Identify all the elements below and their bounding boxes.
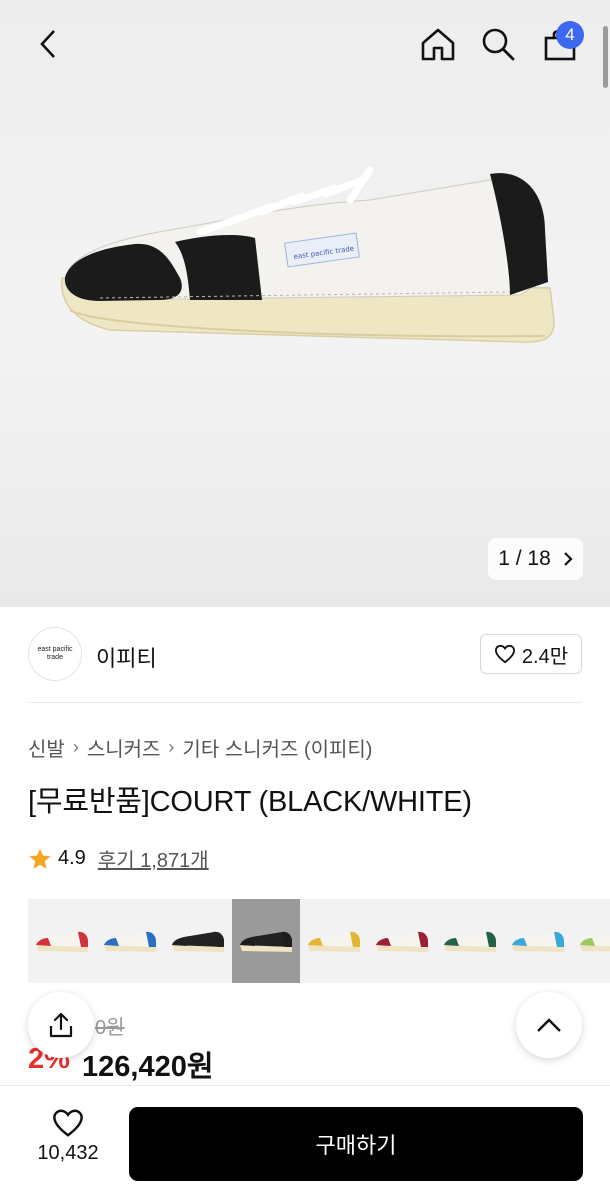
sneaker-thumbnail bbox=[104, 931, 156, 952]
chevron-up-icon bbox=[537, 1018, 561, 1032]
color-swatch[interactable] bbox=[96, 899, 164, 983]
brand-logo-text: east pacific trade bbox=[37, 646, 73, 661]
color-swatch[interactable] bbox=[300, 899, 368, 983]
scrollbar[interactable] bbox=[603, 26, 608, 88]
chevron-right-icon bbox=[563, 552, 573, 566]
sneaker-thumbnail bbox=[444, 931, 496, 952]
rating-row: 4.9 후기 1,871개 bbox=[28, 844, 209, 873]
search-button[interactable] bbox=[476, 22, 520, 66]
heart-icon bbox=[53, 1109, 83, 1137]
breadcrumb-item[interactable]: 신발 bbox=[28, 733, 65, 762]
share-button[interactable] bbox=[28, 992, 94, 1058]
chevron-left-icon bbox=[40, 30, 55, 58]
original-price: 0원 bbox=[95, 1017, 125, 1039]
product-image-gallery[interactable]: east pacific trade 1 / 18 bbox=[0, 0, 610, 607]
brand-like-count: 2.4만 bbox=[521, 645, 569, 668]
brand-logo[interactable]: east pacific trade bbox=[28, 627, 82, 681]
buy-button[interactable]: 구매하기 bbox=[129, 1107, 583, 1181]
search-icon bbox=[482, 28, 515, 61]
product-title: [무료반품]COURT (BLACK/WHITE) bbox=[28, 786, 472, 818]
heart-icon bbox=[494, 644, 515, 664]
share-icon bbox=[49, 1012, 73, 1038]
chevron-right-icon: › bbox=[168, 737, 175, 757]
brand-like-button[interactable]: 2.4만 bbox=[480, 634, 582, 674]
brand-name[interactable]: 이피티 bbox=[96, 641, 157, 673]
cart-count-badge: 4 bbox=[556, 21, 584, 49]
breadcrumb: 신발 › 스니커즈 › 기타 스니커즈 (이피티) bbox=[28, 733, 372, 762]
rating-score: 4.9 bbox=[58, 847, 86, 869]
sneaker-thumbnail bbox=[580, 934, 610, 952]
divider bbox=[28, 702, 582, 703]
scroll-top-button[interactable] bbox=[516, 992, 582, 1058]
sneaker-thumbnail bbox=[308, 931, 360, 952]
color-swatch[interactable] bbox=[572, 899, 610, 983]
color-swatch[interactable] bbox=[164, 899, 232, 983]
breadcrumb-item[interactable]: 기타 스니커즈 (이피티) bbox=[182, 733, 372, 762]
review-count-link[interactable]: 후기 1,871개 bbox=[98, 844, 209, 873]
sneaker-thumbnail bbox=[36, 931, 88, 952]
back-button[interactable] bbox=[26, 22, 70, 66]
color-swatch[interactable] bbox=[436, 899, 504, 983]
color-swatch-list bbox=[28, 899, 610, 983]
wishlist-count: 10,432 bbox=[37, 1142, 99, 1164]
product-photo: east pacific trade bbox=[61, 166, 555, 343]
image-counter-label: 1 / 18 bbox=[498, 547, 551, 570]
brand-row: east pacific trade 이피티 2.4만 bbox=[0, 607, 610, 703]
bottom-action-bar: 10,432 구매하기 bbox=[0, 1085, 610, 1200]
image-counter[interactable]: 1 / 18 bbox=[488, 538, 583, 580]
sneaker-thumbnail bbox=[512, 931, 564, 952]
color-swatch[interactable] bbox=[368, 899, 436, 983]
color-swatch[interactable] bbox=[504, 899, 572, 983]
sneaker-thumbnail bbox=[376, 931, 428, 952]
color-swatch[interactable] bbox=[28, 899, 96, 983]
color-swatch[interactable] bbox=[232, 899, 300, 983]
chevron-right-icon: › bbox=[72, 737, 79, 757]
star-icon bbox=[29, 848, 51, 869]
home-icon bbox=[421, 28, 455, 61]
sneaker-thumbnail bbox=[172, 931, 224, 952]
breadcrumb-item[interactable]: 스니커즈 bbox=[87, 733, 161, 762]
home-button[interactable] bbox=[416, 22, 460, 66]
final-price: 126,420원 bbox=[82, 1051, 214, 1083]
sneaker-thumbnail bbox=[240, 931, 292, 952]
price-area: 0원 2% 126,420원 bbox=[0, 995, 610, 1085]
wishlist-button[interactable]: 10,432 bbox=[28, 1108, 108, 1165]
